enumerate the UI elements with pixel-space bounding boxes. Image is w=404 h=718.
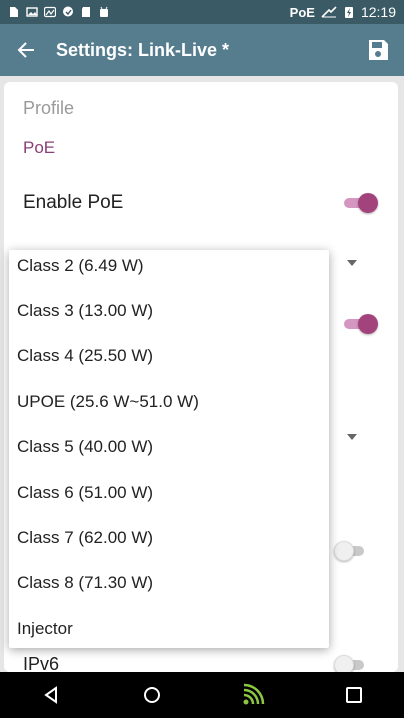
navigation-bar bbox=[0, 672, 404, 718]
chat-bubble-icon bbox=[62, 6, 74, 18]
triangle-back-icon bbox=[43, 686, 57, 704]
status-time: 12:19 bbox=[360, 4, 396, 20]
nav-back-button[interactable] bbox=[31, 675, 71, 715]
dropdown-option[interactable]: Class 7 (62.00 W) bbox=[17, 528, 153, 548]
wifi-signal-icon bbox=[243, 683, 264, 705]
back-button[interactable] bbox=[12, 36, 40, 64]
app-bar: Settings: Link-Live * bbox=[0, 24, 404, 76]
document-icon bbox=[8, 6, 20, 18]
dropdown-option[interactable]: UPOE (25.6 W~51.0 W) bbox=[17, 392, 199, 412]
battery-charging-icon bbox=[343, 6, 355, 18]
image-icon bbox=[26, 6, 38, 18]
dropdown-option[interactable]: Injector bbox=[17, 619, 73, 639]
poe-class-dropdown: Class 2 (6.49 W) Class 3 (13.00 W) Class… bbox=[9, 250, 329, 648]
nav-app-button[interactable] bbox=[233, 675, 273, 715]
chevron-down-icon[interactable] bbox=[347, 434, 357, 440]
dropdown-option[interactable]: Class 5 (40.00 W) bbox=[17, 437, 153, 457]
dropdown-option[interactable]: Class 3 (13.00 W) bbox=[17, 301, 153, 321]
circle-home-icon bbox=[143, 687, 160, 703]
arrow-left-icon bbox=[17, 42, 34, 58]
enable-poe-toggle[interactable] bbox=[342, 193, 378, 213]
notification-icons bbox=[8, 6, 110, 18]
setting-toggle-off[interactable] bbox=[334, 541, 370, 561]
nav-recents-button[interactable] bbox=[334, 675, 374, 715]
chevron-down-icon[interactable] bbox=[347, 260, 357, 266]
network-link-icon bbox=[321, 6, 337, 18]
page-title: Settings: Link-Live * bbox=[56, 39, 230, 60]
poe-status-indicator: PoE bbox=[289, 4, 315, 20]
ipv6-label: IPv6 bbox=[23, 654, 60, 672]
landscape-icon bbox=[44, 6, 56, 18]
dropdown-option[interactable]: Class 6 (51.00 W) bbox=[17, 483, 153, 503]
setting-toggle-on[interactable] bbox=[342, 314, 378, 334]
profile-heading: Profile bbox=[23, 98, 75, 118]
dropdown-option[interactable]: Class 4 (25.50 W) bbox=[17, 346, 153, 366]
save-button[interactable] bbox=[364, 36, 392, 64]
square-recents-icon bbox=[345, 687, 362, 703]
dropdown-option[interactable]: Class 2 (6.49 W) bbox=[17, 256, 144, 276]
dropdown-option[interactable]: Class 8 (71.30 W) bbox=[17, 573, 153, 593]
enable-poe-label: Enable PoE bbox=[23, 192, 124, 213]
nav-home-button[interactable] bbox=[132, 675, 172, 715]
poe-section-label: PoE bbox=[23, 138, 56, 157]
ipv6-toggle[interactable] bbox=[334, 655, 370, 672]
floppy-disk-icon bbox=[369, 40, 388, 60]
android-icon bbox=[98, 6, 110, 18]
status-bar: PoE 12:19 bbox=[0, 0, 404, 24]
sd-card-icon bbox=[80, 6, 92, 18]
